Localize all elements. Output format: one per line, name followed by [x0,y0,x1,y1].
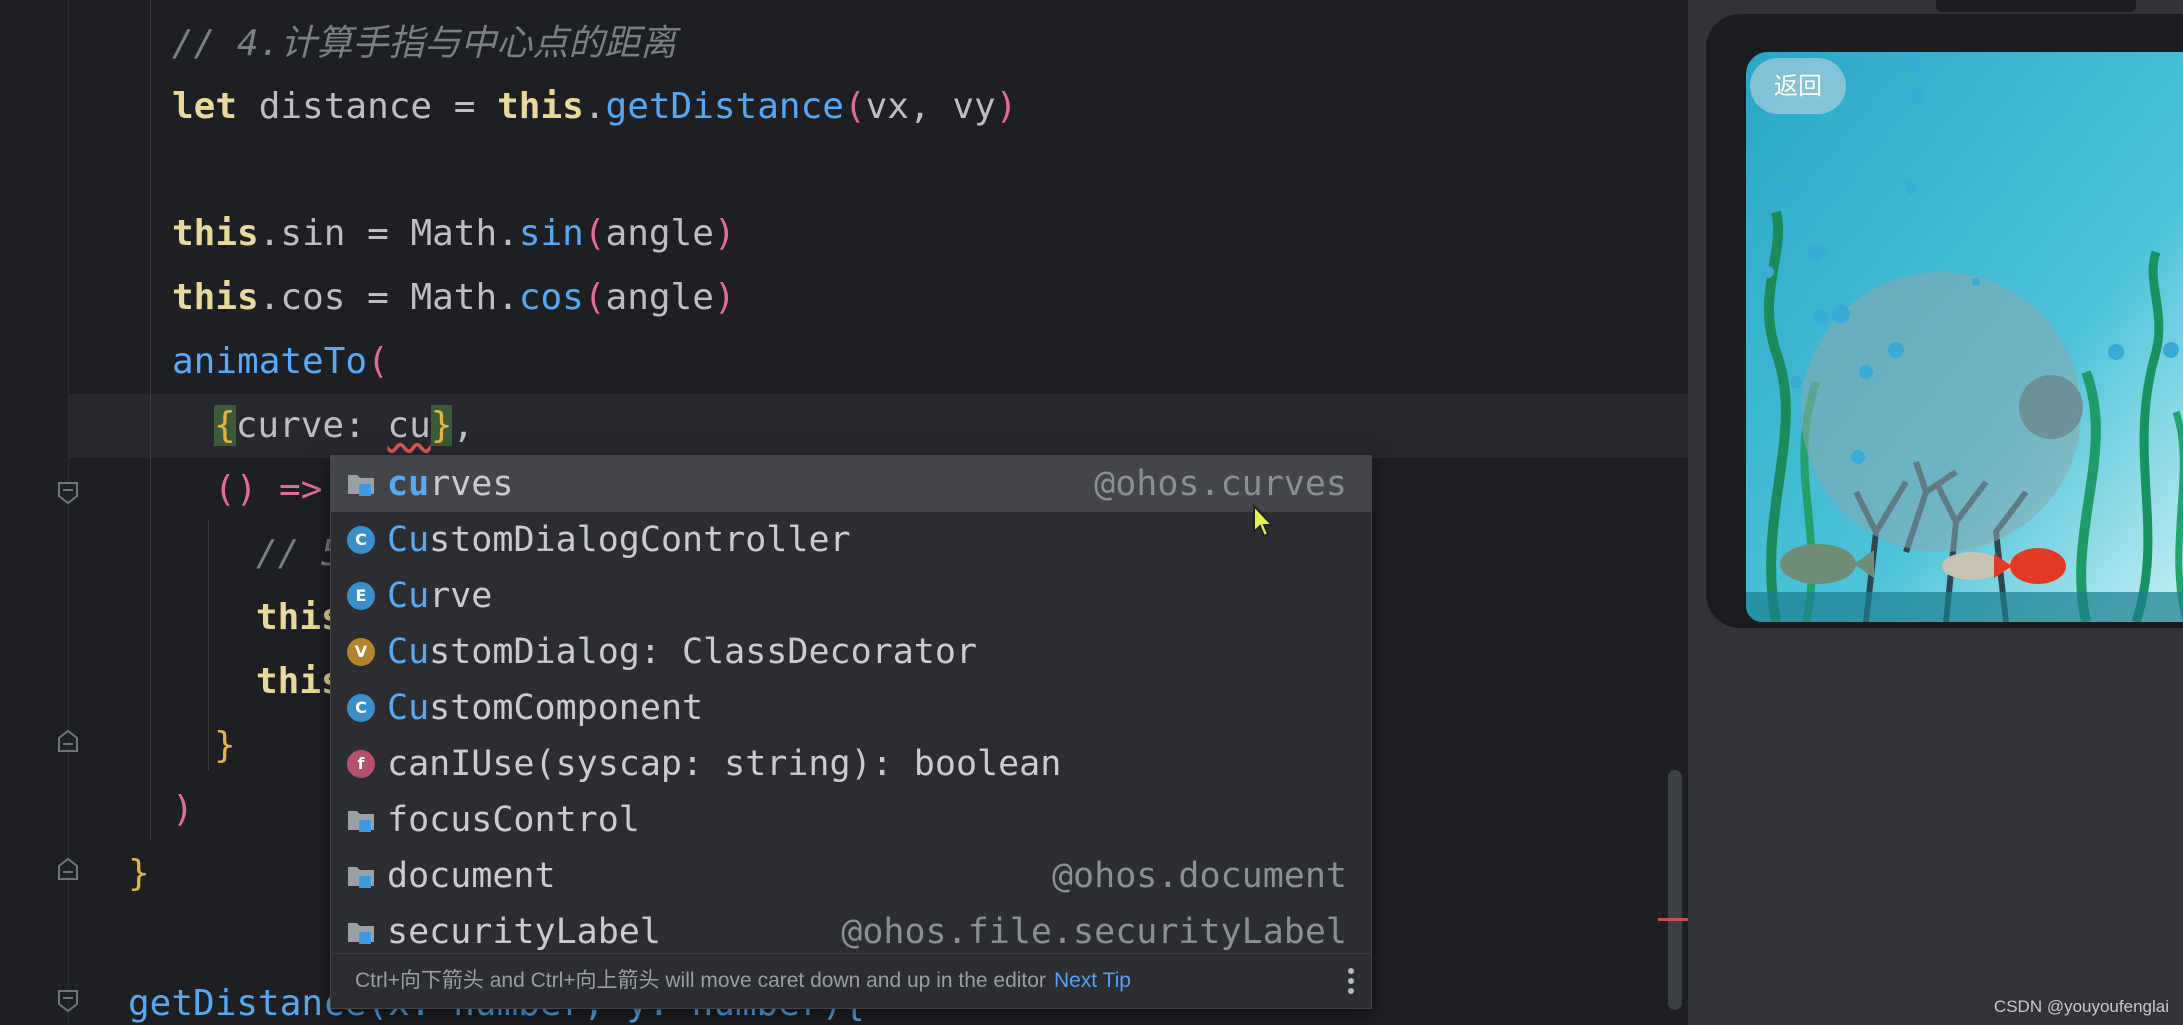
device-preview-panel: 返回 [1688,0,2183,1025]
fold-marker-icon[interactable] [58,990,78,1012]
fold-marker-icon[interactable] [58,730,78,752]
code-line[interactable]: } [128,842,150,906]
autocomplete-popup[interactable]: curves @ohos.curves C CustomDialogControlle… [330,455,1372,1009]
autocomplete-item-type: @ohos.document [1051,856,1347,896]
function-icon: f [347,750,375,778]
back-button[interactable]: 返回 [1750,58,1846,114]
fold-marker-icon[interactable] [58,858,78,880]
fish [2010,548,2066,584]
app-screen[interactable]: 返回 [1746,52,2183,622]
indent-guide [208,520,209,770]
autocomplete-item-label: securityLabel [387,912,661,952]
code-line[interactable]: animateTo( [172,330,389,394]
error-stripe-marker[interactable] [1658,918,1688,921]
autocomplete-item-type: @ohos.file.securityLabel [841,912,1347,952]
code-line[interactable]: } [214,714,236,778]
autocomplete-item[interactable]: curves @ohos.curves [331,456,1371,512]
autocomplete-item-label: curves [387,464,514,504]
folder-package-icon [347,918,375,946]
autocomplete-item[interactable]: document @ohos.document [331,848,1371,904]
device-frame: 返回 [1706,14,2183,628]
autocomplete-item-label: CustomDialogController [387,520,851,560]
autocomplete-item[interactable]: E Curve [331,568,1371,624]
autocomplete-item[interactable]: C CustomDialogController [331,512,1371,568]
class-icon: C [347,694,375,722]
autocomplete-item-label: Curve [387,576,493,616]
next-tip-link[interactable]: Next Tip [1054,969,1131,992]
enum-icon: E [347,582,375,610]
code-line[interactable]: this.cos = Math.cos(angle) [172,266,736,330]
folder-package-icon [347,862,375,890]
joystick-knob[interactable] [2019,375,2083,439]
fold-marker-icon[interactable] [58,482,78,504]
code-line[interactable]: () => [214,458,322,522]
folder-package-icon [347,806,375,834]
tip-text: Ctrl+向下箭头 and Ctrl+向上箭头 will move caret … [355,969,1046,992]
autocomplete-item[interactable]: f canIUse(syscap: string): boolean [331,736,1371,792]
code-line[interactable]: let distance = this.getDistance(vx, vy) [172,75,1017,139]
more-options-icon[interactable] [1345,966,1357,996]
indent-guide [150,0,151,840]
class-icon: C [347,526,375,554]
autocomplete-item-label: CustomComponent [387,688,704,728]
folder-package-icon [347,470,375,498]
fish [1780,544,1856,584]
autocomplete-item-label: focusControl [387,800,640,840]
fish [1942,552,2002,580]
code-line[interactable]: // 4.计算手指与中心点的距离 [172,12,676,76]
autocomplete-item[interactable]: focusControl [331,792,1371,848]
code-line[interactable]: this.sin = Math.sin(angle) [172,202,736,266]
editor-scrollbar[interactable] [1668,770,1682,1010]
device-top-bar [1936,0,2136,12]
code-line[interactable]: ) [172,778,194,842]
code-editor[interactable]: // 4.计算手指与中心点的距离 let distance = this.get… [0,0,1688,1025]
aquarium-scene [1746,52,2183,622]
mouse-pointer-icon [1252,503,1275,538]
code-line-current[interactable]: {curve: cu{}, [214,394,474,458]
autocomplete-item[interactable]: V CustomDialog: ClassDecorator [331,624,1371,680]
variable-icon: V [347,638,375,666]
autocomplete-item-label: CustomDialog: ClassDecorator [387,632,978,672]
autocomplete-item[interactable]: C CustomComponent [331,680,1371,736]
autocomplete-item-label: canIUse(syscap: string): boolean [387,744,1062,784]
popup-footer: Ctrl+向下箭头 and Ctrl+向上箭头 will move caret … [331,953,1371,1008]
autocomplete-item-label: document [387,856,556,896]
watermark: CSDN @youyoufenglai [1993,997,2169,1016]
autocomplete-item[interactable]: securityLabel @ohos.file.securityLabel [331,904,1371,960]
autocomplete-item-type: @ohos.curves [1094,464,1347,504]
